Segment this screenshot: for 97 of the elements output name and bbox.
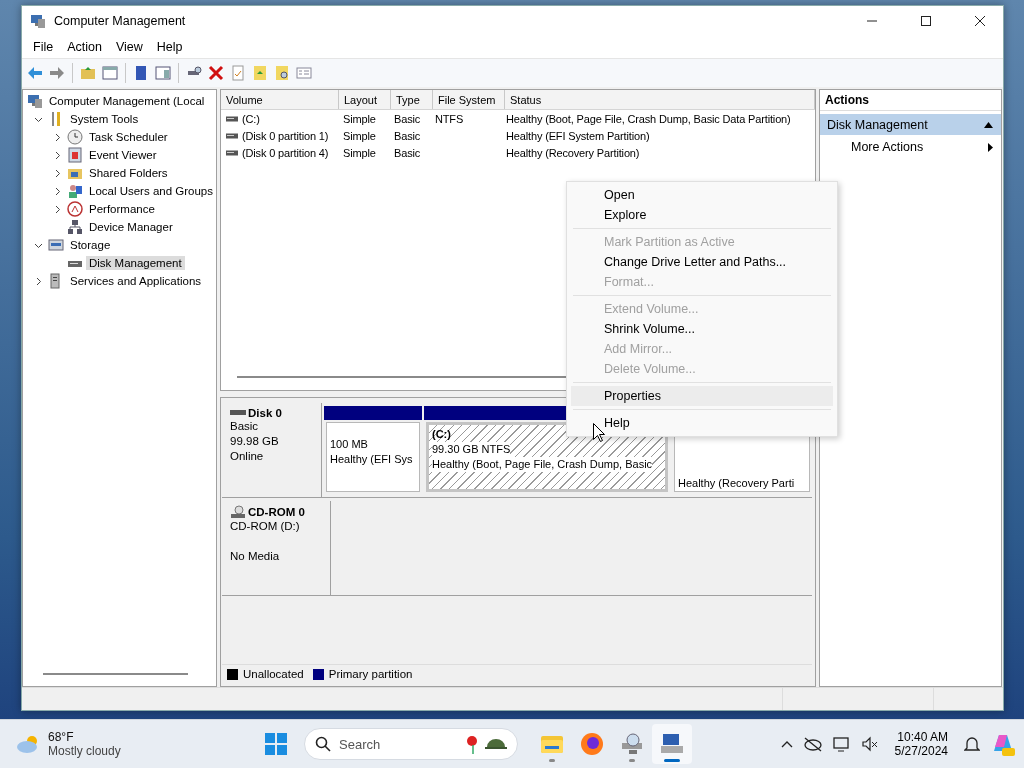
table-cell: Basic (394, 112, 421, 125)
table-cell: Simple (343, 112, 376, 125)
disk-status: Online (230, 449, 265, 464)
tree-item[interactable]: Device Manager (86, 220, 176, 234)
partition-size: 100 MB (330, 437, 368, 452)
panel-title: Actions (820, 90, 1001, 111)
drive-icon (226, 115, 238, 122)
table-cell: (Disk 0 partition 4) (242, 146, 329, 159)
caret-icon (988, 142, 993, 152)
table-cell: Simple (343, 146, 376, 159)
disk-type: CD-ROM (D:) (230, 519, 301, 534)
log-icon (67, 147, 83, 163)
action-item[interactable]: More Actions (820, 135, 1001, 159)
tree-item[interactable]: Task Scheduler (86, 130, 171, 144)
column-header[interactable]: File System (433, 90, 505, 109)
table-cell: Healthy (EFI System Partition) (506, 129, 650, 142)
menu-item[interactable]: Properties (571, 386, 833, 406)
table-cell: (C:) (242, 112, 260, 125)
table-cell: Healthy (Boot, Page File, Crash Dump, Basic Data Partition) (506, 112, 791, 125)
drive-icon (230, 409, 246, 417)
users-icon (67, 183, 83, 199)
clock-time: 10:40 AM (897, 730, 948, 744)
partition-size: 99.30 GB NTFS (432, 442, 511, 457)
legend-label: Unallocated (243, 668, 304, 680)
menu-item[interactable]: Help (149, 40, 190, 54)
document-check-icon[interactable] (229, 64, 247, 82)
forward-arrow-icon[interactable] (48, 64, 66, 82)
partition[interactable]: 100 MB Healthy (EFI Sys (326, 422, 420, 492)
clock-date: 5/27/2024 (894, 744, 948, 758)
legend-label: Primary partition (328, 668, 413, 680)
drive-icon (226, 132, 238, 139)
action-label: More Actions (851, 140, 924, 154)
tree-item[interactable]: Performance (86, 202, 158, 216)
taskbar-app[interactable] (652, 724, 692, 764)
device-tree-icon (67, 219, 83, 235)
chevron-up-icon[interactable] (780, 740, 793, 748)
storage-icon (48, 237, 64, 253)
column-header[interactable]: Volume (221, 90, 339, 109)
table-cell: (Disk 0 partition 1) (242, 129, 329, 142)
cloud-offline-icon[interactable] (802, 736, 823, 752)
column-header[interactable]: Type (391, 90, 433, 109)
menu-item[interactable]: Action (60, 40, 109, 54)
clock[interactable]: 10:40 AM 5/27/2024 (894, 730, 948, 758)
windows-icon (265, 733, 287, 755)
disk-size: 99.98 GB (230, 434, 280, 449)
column-header[interactable]: Layout (339, 90, 391, 109)
table-cell: Basic (394, 129, 421, 142)
weather-condition: Mostly cloudy (48, 744, 121, 758)
tree-item[interactable]: Computer Management (Local (46, 94, 208, 108)
drive-icon (226, 149, 238, 156)
bell-icon[interactable] (964, 735, 980, 753)
tree-item[interactable]: Services and Applications (67, 274, 205, 288)
speaker-muted-icon[interactable] (860, 736, 879, 752)
folder-search-icon[interactable] (273, 64, 291, 82)
table-cell: Healthy (Recovery Partition) (506, 146, 640, 159)
menu-item[interactable]: View (108, 40, 150, 54)
maximize-icon (921, 16, 931, 26)
table-cell: NTFS (435, 112, 464, 125)
table-cell: Simple (343, 129, 376, 142)
menu-item[interactable]: File (26, 40, 61, 54)
scrollbar-thumb[interactable] (43, 673, 188, 675)
partition-status: Healthy (Recovery Parti (678, 476, 795, 491)
tree-item[interactable]: Storage (67, 238, 114, 252)
menu-item[interactable]: Shrink Volume... (571, 319, 833, 339)
window-title: Computer Management (54, 14, 187, 28)
tree-item[interactable]: Shared Folders (86, 166, 171, 180)
computer-icon (30, 13, 46, 29)
partition-label: (C:) (432, 427, 451, 442)
fox-globe-icon[interactable] (579, 731, 605, 757)
tree-item[interactable]: Event Viewer (86, 148, 160, 162)
column-header[interactable]: Status (505, 90, 815, 109)
table-cell: Basic (394, 146, 421, 159)
tree-item[interactable]: Disk Management (86, 256, 185, 270)
computer-icon (27, 93, 43, 109)
gauge-icon (67, 201, 83, 217)
section-title: Disk Management (827, 117, 928, 132)
clock-icon (67, 129, 83, 145)
tree-item[interactable]: System Tools (67, 112, 142, 126)
disk-type: Basic (230, 419, 260, 434)
menu-item[interactable]: Change Drive Letter and Paths... (571, 252, 833, 272)
disk-name: Disk 0 (230, 407, 317, 419)
disk-name: CD-ROM 0 (230, 505, 326, 519)
partition-status: Healthy (EFI Sys (330, 452, 413, 467)
action-section[interactable]: Disk Management (820, 114, 1001, 135)
search-icon (315, 736, 331, 752)
disk-status: No Media (230, 549, 281, 564)
computer-search-icon[interactable] (619, 731, 645, 757)
menu-item[interactable]: Explore (571, 205, 833, 225)
close-icon (975, 16, 985, 26)
temperature: 68°F (48, 730, 75, 744)
partition-status: Healthy (Boot, Page File, Crash Dump, Basic (432, 457, 653, 472)
search-field[interactable]: Search (304, 728, 518, 760)
menu-item[interactable]: Open (571, 185, 833, 205)
monitor-icon[interactable] (832, 736, 851, 752)
disc-drive-icon (230, 505, 246, 519)
delete-icon[interactable] (207, 64, 225, 82)
tree-item[interactable]: Local Users and Groups (86, 184, 216, 198)
